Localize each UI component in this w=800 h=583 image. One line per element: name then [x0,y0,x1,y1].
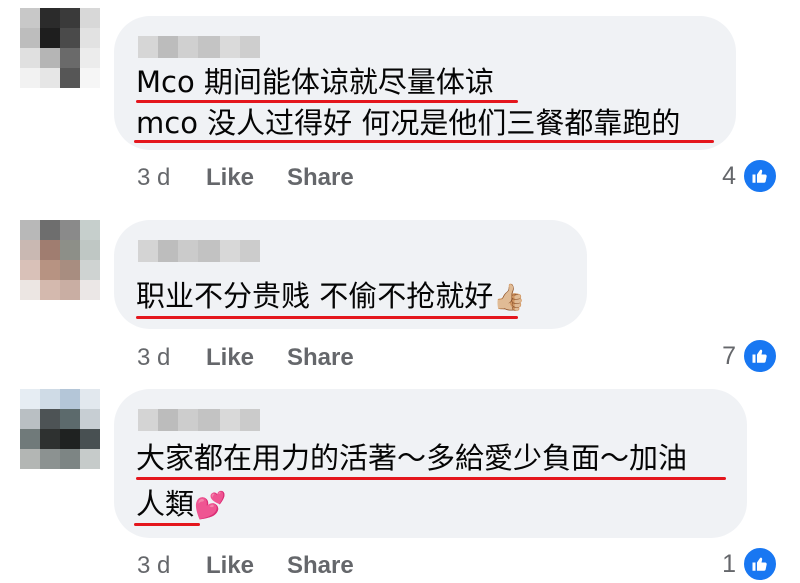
reaction-summary[interactable]: 7 [722,338,778,374]
comment-bubble: Mco 期间能体谅就尽量体谅 mco 没人过得好 何况是他们三餐都靠跑的 [114,16,736,150]
share-button[interactable]: Share [287,552,354,580]
like-button[interactable]: Like [206,344,254,372]
comment-timestamp[interactable]: 3 d [137,164,170,192]
reaction-count: 1 [722,549,736,578]
thumbs-up-icon [742,546,778,582]
reaction-summary[interactable]: 4 [722,158,778,194]
red-underline [136,316,518,319]
comment-text-line: mco 没人过得好 何况是他们三餐都靠跑的 [136,106,681,140]
commenter-name-blurred[interactable] [138,409,260,431]
comment-bubble: 职业不分贵贱 不偷不抢就好👍🏼 [114,220,587,329]
comment-text-line: 人類💕 [136,486,226,524]
share-button[interactable]: Share [287,344,354,372]
red-underline [134,140,714,143]
avatar[interactable] [20,8,100,88]
comment-timestamp[interactable]: 3 d [137,344,170,372]
red-underline [136,477,726,480]
comment-text-line: Mco 期间能体谅就尽量体谅 [136,65,494,99]
reaction-summary[interactable]: 1 [722,546,778,582]
comment-text: 人類 [136,487,195,521]
commenter-name-blurred[interactable] [138,36,260,58]
two-hearts-emoji-icon: 💕 [194,491,227,521]
comment-text-line: 大家都在用力的活著～多給愛少負面～加油 [136,441,688,475]
share-button[interactable]: Share [287,164,354,192]
thumbs-up-icon [742,158,778,194]
comment-text: 职业不分贵贱 不偷不抢就好 [136,279,494,313]
reaction-count: 4 [722,161,736,190]
thumbs-up-icon [742,338,778,374]
avatar[interactable] [20,389,100,469]
avatar[interactable] [20,220,100,300]
reaction-count: 7 [722,341,736,370]
red-underline [134,523,200,526]
like-button[interactable]: Like [206,164,254,192]
comment-bubble: 大家都在用力的活著～多給愛少負面～加油 人類💕 [114,389,747,538]
comment-text-line: 职业不分贵贱 不偷不抢就好👍🏼 [136,278,526,316]
red-underline [136,100,518,103]
commenter-name-blurred[interactable] [138,240,260,262]
like-button[interactable]: Like [206,552,254,580]
comment-timestamp[interactable]: 3 d [137,552,170,580]
thumbs-up-emoji-icon: 👍🏼 [493,283,526,313]
